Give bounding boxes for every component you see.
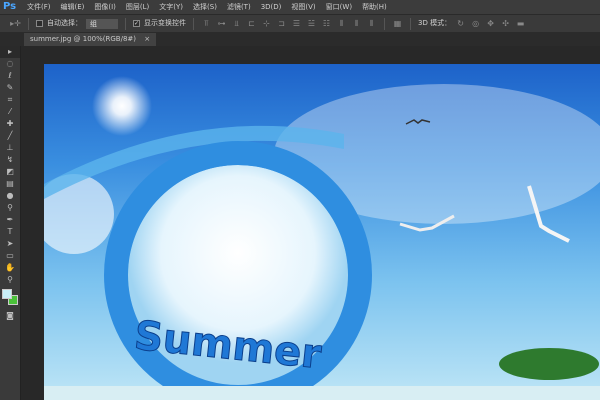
menu-bar: Ps 文件(F) 编辑(E) 图像(I) 图层(L) 文字(Y) 选择(S) 滤… (0, 0, 600, 14)
3d-drag-icon[interactable]: ✥ (485, 19, 496, 28)
canvas-area[interactable]: Summer (22, 46, 600, 400)
summer-artwork: Summer (44, 76, 600, 400)
brush-tool-icon[interactable]: ╱ (0, 130, 20, 142)
pen-tool-icon[interactable]: ✒ (0, 214, 20, 226)
dodge-tool-icon[interactable]: ⚲ (0, 202, 20, 214)
distribute-right-icon[interactable]: ⦀ (366, 19, 377, 28)
options-bar: ▸✛ 自动选择： 组 ✓ 显示变换控件 ⫪ ⊶ ⫫ ⊏ ⊹ ⊐ ☰ ☱ ☷ ⦀ … (0, 14, 600, 32)
path-select-tool-icon[interactable]: ➤ (0, 238, 20, 250)
marquee-tool-icon[interactable]: ◌ (0, 58, 20, 70)
sea (44, 386, 600, 400)
show-transform-checkbox[interactable]: ✓ (133, 20, 140, 27)
close-tab-icon[interactable]: × (144, 35, 150, 43)
palm-trees (499, 348, 599, 380)
quick-mask-icon[interactable]: ◙ (0, 310, 20, 322)
auto-select-checkbox[interactable] (36, 20, 43, 27)
3d-slide-icon[interactable]: ✣ (500, 19, 511, 28)
align-left-icon[interactable]: ⊏ (246, 19, 257, 28)
type-tool-icon[interactable]: T (0, 226, 20, 238)
align-right-icon[interactable]: ⊐ (276, 19, 287, 28)
3d-mode-label: 3D 模式： (418, 19, 452, 27)
menu-filter[interactable]: 滤镜(T) (222, 3, 256, 11)
crop-tool-icon[interactable]: ⌗ (0, 94, 20, 106)
distribute-bottom-icon[interactable]: ☷ (321, 19, 332, 28)
distribute-center-icon[interactable]: ☱ (306, 19, 317, 28)
eraser-tool-icon[interactable]: ◩ (0, 166, 20, 178)
menu-select[interactable]: 选择(S) (188, 3, 222, 11)
auto-select-dropdown[interactable]: 组 (86, 18, 118, 29)
healing-brush-tool-icon[interactable]: ✚ (0, 118, 20, 130)
menu-edit[interactable]: 编辑(E) (56, 3, 90, 11)
divider (125, 17, 126, 30)
align-hcenter-icon[interactable]: ⊹ (261, 19, 272, 28)
3d-rotate-icon[interactable]: ↻ (455, 19, 466, 28)
photoshop-logo: Ps (3, 1, 17, 12)
divider (28, 17, 29, 30)
align-bottom-icon[interactable]: ⫫ (231, 19, 242, 28)
move-tool-preset-icon[interactable]: ▸✛ (10, 19, 21, 28)
menu-3d[interactable]: 3D(D) (256, 3, 287, 11)
lasso-tool-icon[interactable]: ℓ (0, 70, 20, 82)
align-top-icon[interactable]: ⫪ (201, 19, 212, 28)
quick-select-tool-icon[interactable]: ✎ (0, 82, 20, 94)
menu-type[interactable]: 文字(Y) (154, 3, 188, 11)
menu-file[interactable]: 文件(F) (22, 3, 56, 11)
document-image[interactable]: Summer (44, 64, 600, 400)
zoom-tool-icon[interactable]: ⚲ (0, 274, 20, 286)
foreground-color-swatch[interactable] (2, 289, 12, 299)
tools-panel: ▸ ◌ ℓ ✎ ⌗ ⁄ ✚ ╱ ⊥ ↯ ◩ ▤ ● ⚲ ✒ T ➤ ▭ ✋ ⚲ … (0, 46, 21, 400)
rectangle-tool-icon[interactable]: ▭ (0, 250, 20, 262)
color-swatches (0, 286, 20, 310)
distribute-top-icon[interactable]: ☰ (291, 19, 302, 28)
3d-roll-icon[interactable]: ◎ (470, 19, 481, 28)
hand-tool-icon[interactable]: ✋ (0, 262, 20, 274)
divider (384, 17, 385, 30)
distribute-left-icon[interactable]: ⦀ (336, 19, 347, 28)
document-tab-bar: summer.jpg @ 100%(RGB/8#) × (0, 32, 600, 46)
history-brush-tool-icon[interactable]: ↯ (0, 154, 20, 166)
menu-image[interactable]: 图像(I) (89, 3, 121, 11)
divider (193, 17, 194, 30)
3d-scale-icon[interactable]: ▬ (515, 19, 526, 28)
clone-stamp-tool-icon[interactable]: ⊥ (0, 142, 20, 154)
auto-select-label: 自动选择： (47, 19, 82, 27)
distribute-hcenter-icon[interactable]: ⫴ (351, 19, 362, 28)
menu-view[interactable]: 视图(V) (286, 3, 320, 11)
document-tab-title: summer.jpg @ 100%(RGB/8#) (30, 35, 137, 43)
divider (410, 17, 411, 30)
document-tab[interactable]: summer.jpg @ 100%(RGB/8#) × (24, 33, 157, 46)
align-vcenter-icon[interactable]: ⊶ (216, 19, 227, 28)
auto-align-icon[interactable]: ▦ (392, 19, 403, 28)
move-tool-icon[interactable]: ▸ (0, 46, 20, 58)
menu-window[interactable]: 窗口(W) (321, 3, 357, 11)
eyedropper-tool-icon[interactable]: ⁄ (0, 106, 20, 118)
sun (92, 76, 152, 136)
menu-help[interactable]: 帮助(H) (357, 3, 392, 11)
menu-layer[interactable]: 图层(L) (121, 3, 154, 11)
blur-tool-icon[interactable]: ● (0, 190, 20, 202)
gradient-tool-icon[interactable]: ▤ (0, 178, 20, 190)
show-transform-label: 显示变换控件 (144, 19, 186, 27)
